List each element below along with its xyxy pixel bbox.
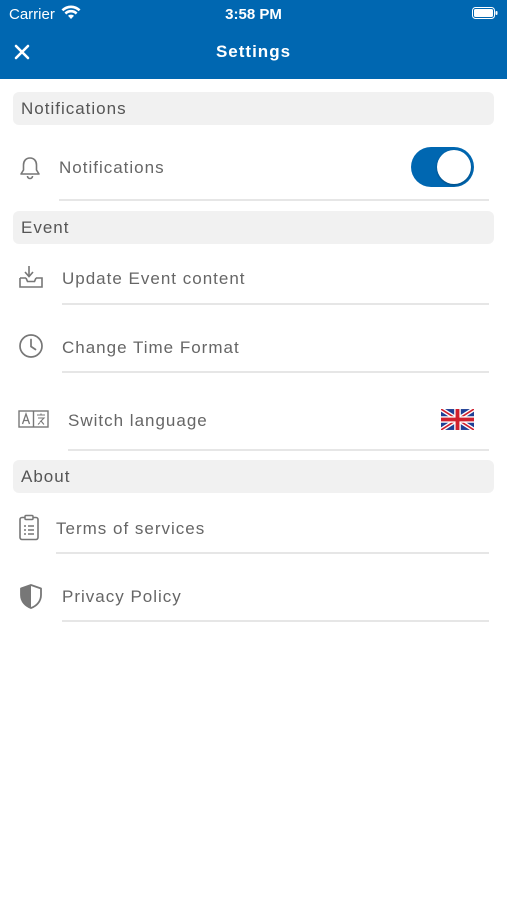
uk-flag-icon bbox=[441, 409, 474, 430]
settings-row-switch-language[interactable]: Switch language bbox=[0, 392, 507, 451]
toggle-knob bbox=[437, 150, 471, 184]
shield-icon bbox=[20, 584, 42, 609]
clock-icon bbox=[19, 334, 43, 358]
settings-row-label: Change Time Format bbox=[62, 338, 240, 357]
row-divider bbox=[62, 371, 489, 373]
status-time: 3:58 PM bbox=[225, 6, 282, 23]
section-header-about: About bbox=[13, 460, 494, 493]
bell-icon bbox=[20, 157, 40, 180]
page-title: Settings bbox=[215, 42, 292, 61]
download-tray-icon bbox=[19, 266, 43, 288]
status-bar: Carrier 3:58 PM bbox=[0, 0, 507, 28]
row-divider bbox=[56, 552, 489, 554]
settings-row-change-time-format[interactable]: Change Time Format bbox=[0, 320, 507, 374]
settings-row-label: Switch language bbox=[68, 411, 208, 430]
settings-row-label: Update Event content bbox=[62, 269, 246, 288]
section-header-event: Event bbox=[13, 211, 494, 244]
section-header-notifications: Notifications bbox=[13, 92, 494, 125]
row-divider bbox=[59, 199, 489, 201]
row-divider bbox=[62, 303, 489, 305]
settings-row-label: Notifications bbox=[59, 158, 165, 177]
settings-row-terms-of-services[interactable]: Terms of services bbox=[0, 502, 507, 556]
row-divider bbox=[68, 449, 489, 451]
navigation-bar: Carrier 3:58 PM Settings bbox=[0, 0, 507, 79]
notifications-toggle[interactable] bbox=[411, 147, 474, 187]
clipboard-icon bbox=[19, 514, 39, 541]
settings-row-privacy-policy[interactable]: Privacy Policy bbox=[0, 570, 507, 624]
settings-row-label: Terms of services bbox=[56, 519, 206, 538]
battery-icon bbox=[472, 7, 498, 19]
row-divider bbox=[62, 620, 489, 622]
settings-row-label: Privacy Policy bbox=[62, 587, 182, 606]
translate-icon bbox=[18, 410, 49, 428]
nav-row: Settings bbox=[0, 28, 507, 79]
settings-row-update-event-content[interactable]: Update Event content bbox=[0, 252, 507, 306]
